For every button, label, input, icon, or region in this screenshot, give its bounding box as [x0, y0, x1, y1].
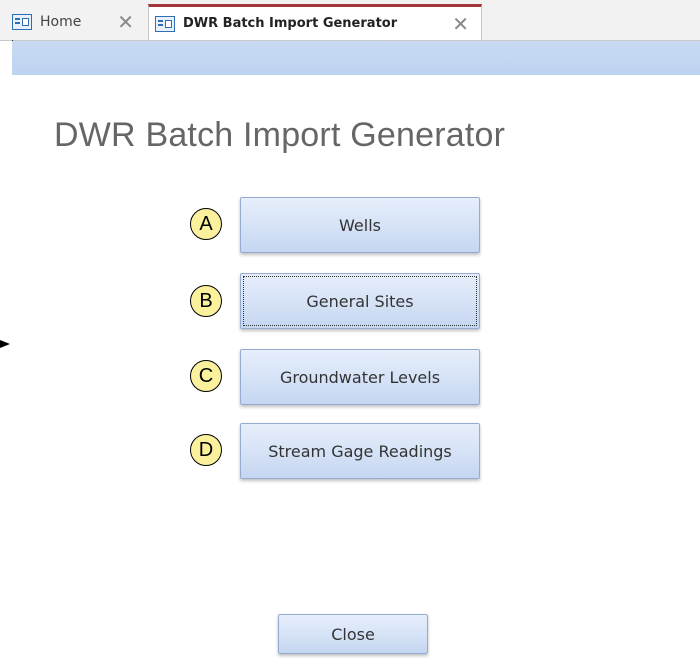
marker-b: B	[190, 285, 222, 317]
callout-arrow-icon	[0, 340, 10, 348]
tab-label: DWR Batch Import Generator	[183, 16, 398, 31]
general-sites-button[interactable]: General Sites	[240, 273, 480, 329]
close-button[interactable]: Close	[278, 614, 428, 654]
tab-home[interactable]: Home ✕	[6, 4, 146, 40]
close-icon[interactable]: ✕	[117, 12, 134, 32]
form-icon	[155, 15, 175, 32]
close-icon[interactable]: ✕	[452, 14, 469, 34]
form-header-band	[12, 41, 700, 75]
page-title: DWR Batch Import Generator	[54, 116, 506, 154]
groundwater-levels-button[interactable]: Groundwater Levels	[240, 349, 480, 405]
stream-gage-readings-button[interactable]: Stream Gage Readings	[240, 423, 480, 479]
marker-d: D	[190, 434, 222, 466]
marker-a: A	[190, 208, 222, 240]
marker-c: C	[190, 360, 222, 392]
wells-button[interactable]: Wells	[240, 197, 480, 253]
tab-dwr-batch-import-generator[interactable]: DWR Batch Import Generator ✕	[148, 4, 482, 40]
form-icon	[12, 14, 32, 30]
tab-label: Home	[40, 14, 82, 30]
tab-strip: Home ✕ DWR Batch Import Generator ✕	[0, 0, 700, 41]
